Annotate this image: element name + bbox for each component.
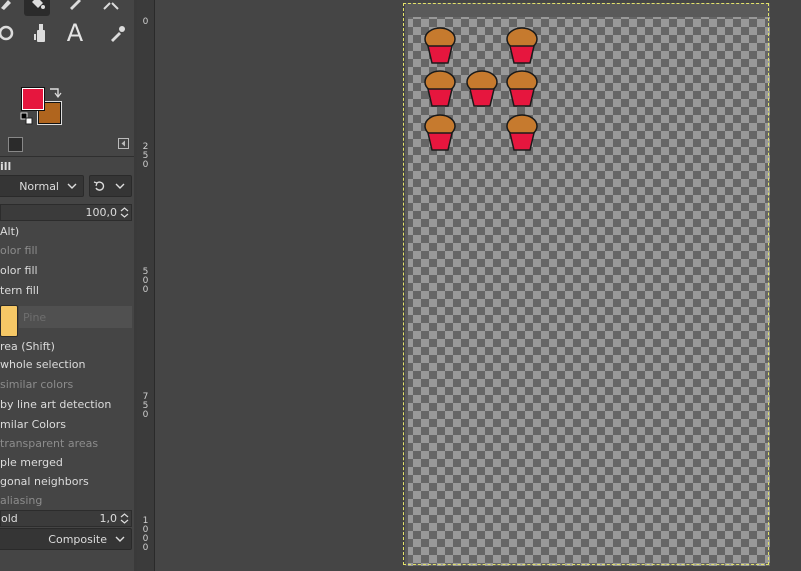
pattern-preview[interactable] <box>0 305 18 337</box>
bucket-fill-icon <box>32 0 45 9</box>
color-picker-icon <box>111 26 125 42</box>
fill-by-value: Composite <box>48 532 107 546</box>
pattern-name: Pine <box>23 311 47 324</box>
clone-tool[interactable] <box>28 20 54 46</box>
fill-similar-colors-radio[interactable]: similar colors <box>0 378 73 391</box>
affected-area-header: rea (Shift) <box>0 340 55 353</box>
paintbrush-icon <box>70 0 81 10</box>
smudge-icon <box>0 25 14 41</box>
similar-colors-header: milar Colors <box>0 418 67 431</box>
text-tool[interactable]: A <box>62 19 88 47</box>
fill-lineart-radio[interactable]: by line art detection <box>0 398 111 411</box>
heal-icon <box>103 2 119 10</box>
ruler-label: 0 <box>142 17 149 27</box>
fill-type-header: Alt) <box>0 225 20 238</box>
chevron-down-icon <box>115 536 125 542</box>
fg-color-fill-radio[interactable]: olor fill <box>0 244 38 257</box>
cupcake-sticker[interactable] <box>423 26 457 66</box>
cupcake-sticker[interactable] <box>423 113 457 153</box>
diagonal-neighbors-checkbox[interactable]: gonal neighbors <box>0 475 89 488</box>
tab-device-status[interactable] <box>8 137 23 152</box>
threshold-label: old <box>1 512 18 525</box>
foreground-color-swatch[interactable] <box>22 88 44 110</box>
fill-transparent-checkbox[interactable]: transparent areas <box>0 437 98 450</box>
cupcake-sticker[interactable] <box>505 69 539 109</box>
fill-by-combo[interactable]: Composite <box>0 528 132 550</box>
chevron-down-icon <box>67 183 77 189</box>
antialiasing-checkbox[interactable]: aliasing <box>0 494 42 507</box>
pattern-name-field[interactable]: Pine <box>19 306 132 328</box>
fill-whole-selection-radio[interactable]: whole selection <box>0 358 85 371</box>
spinner-arrows-icon[interactable] <box>120 207 129 218</box>
canvas-top-band <box>405 3 770 17</box>
cupcake-sticker[interactable] <box>505 26 539 66</box>
threshold-spinner[interactable]: old 1,0 <box>0 510 132 527</box>
toolbox-panel: A ill Normal 100,0 Alt) olor fill olor f… <box>0 0 137 571</box>
smudge-tool[interactable] <box>0 0 20 16</box>
configure-tab-icon[interactable] <box>118 138 129 149</box>
opacity-value: 100,0 <box>85 206 118 219</box>
clone-icon <box>34 24 45 42</box>
ruler-label: 2 5 0 <box>142 142 149 170</box>
paintbrush-tool[interactable] <box>62 0 88 16</box>
chevron-down-icon <box>115 183 125 189</box>
image-canvas[interactable] <box>405 3 770 566</box>
canvas-left-band <box>405 3 408 566</box>
tool-options-title: ill <box>0 160 12 173</box>
smudge-tool-2[interactable] <box>0 20 20 46</box>
bucket-fill-tool[interactable] <box>24 0 50 16</box>
threshold-value: 1,0 <box>99 512 118 525</box>
mode-combo[interactable]: Normal <box>0 175 84 197</box>
undo-icon <box>93 181 105 191</box>
color-picker-tool[interactable] <box>104 20 130 46</box>
cupcake-sticker[interactable] <box>505 113 539 153</box>
dock-tabbar <box>0 136 137 154</box>
ruler-label: 1 0 0 0 <box>142 516 149 553</box>
vertical-ruler[interactable]: 0 2 5 0 5 0 0 7 5 0 1 0 0 0 <box>137 0 155 571</box>
swap-colors-icon[interactable] <box>48 86 62 98</box>
cupcake-sticker[interactable] <box>423 69 457 109</box>
sample-merged-checkbox[interactable]: ple merged <box>0 456 63 469</box>
smudge-icon <box>1 0 11 10</box>
ruler-label: 7 5 0 <box>142 392 149 420</box>
default-colors-icon[interactable] <box>20 112 34 126</box>
ruler-label: 5 0 0 <box>142 267 149 295</box>
reset-mode-combo[interactable] <box>89 175 132 197</box>
text-icon: A <box>66 19 84 47</box>
tool-options-panel: ill Normal 100,0 Alt) olor fill olor fil… <box>0 156 134 571</box>
pattern-fill-radio[interactable]: tern fill <box>0 284 39 297</box>
opacity-spinner[interactable]: 100,0 <box>0 204 132 221</box>
cupcake-sticker[interactable] <box>465 69 499 109</box>
heal-tool[interactable] <box>98 0 124 16</box>
mode-value: Normal <box>19 179 59 193</box>
bg-color-fill-radio[interactable]: olor fill <box>0 264 38 277</box>
spinner-arrows-icon[interactable] <box>120 513 129 524</box>
